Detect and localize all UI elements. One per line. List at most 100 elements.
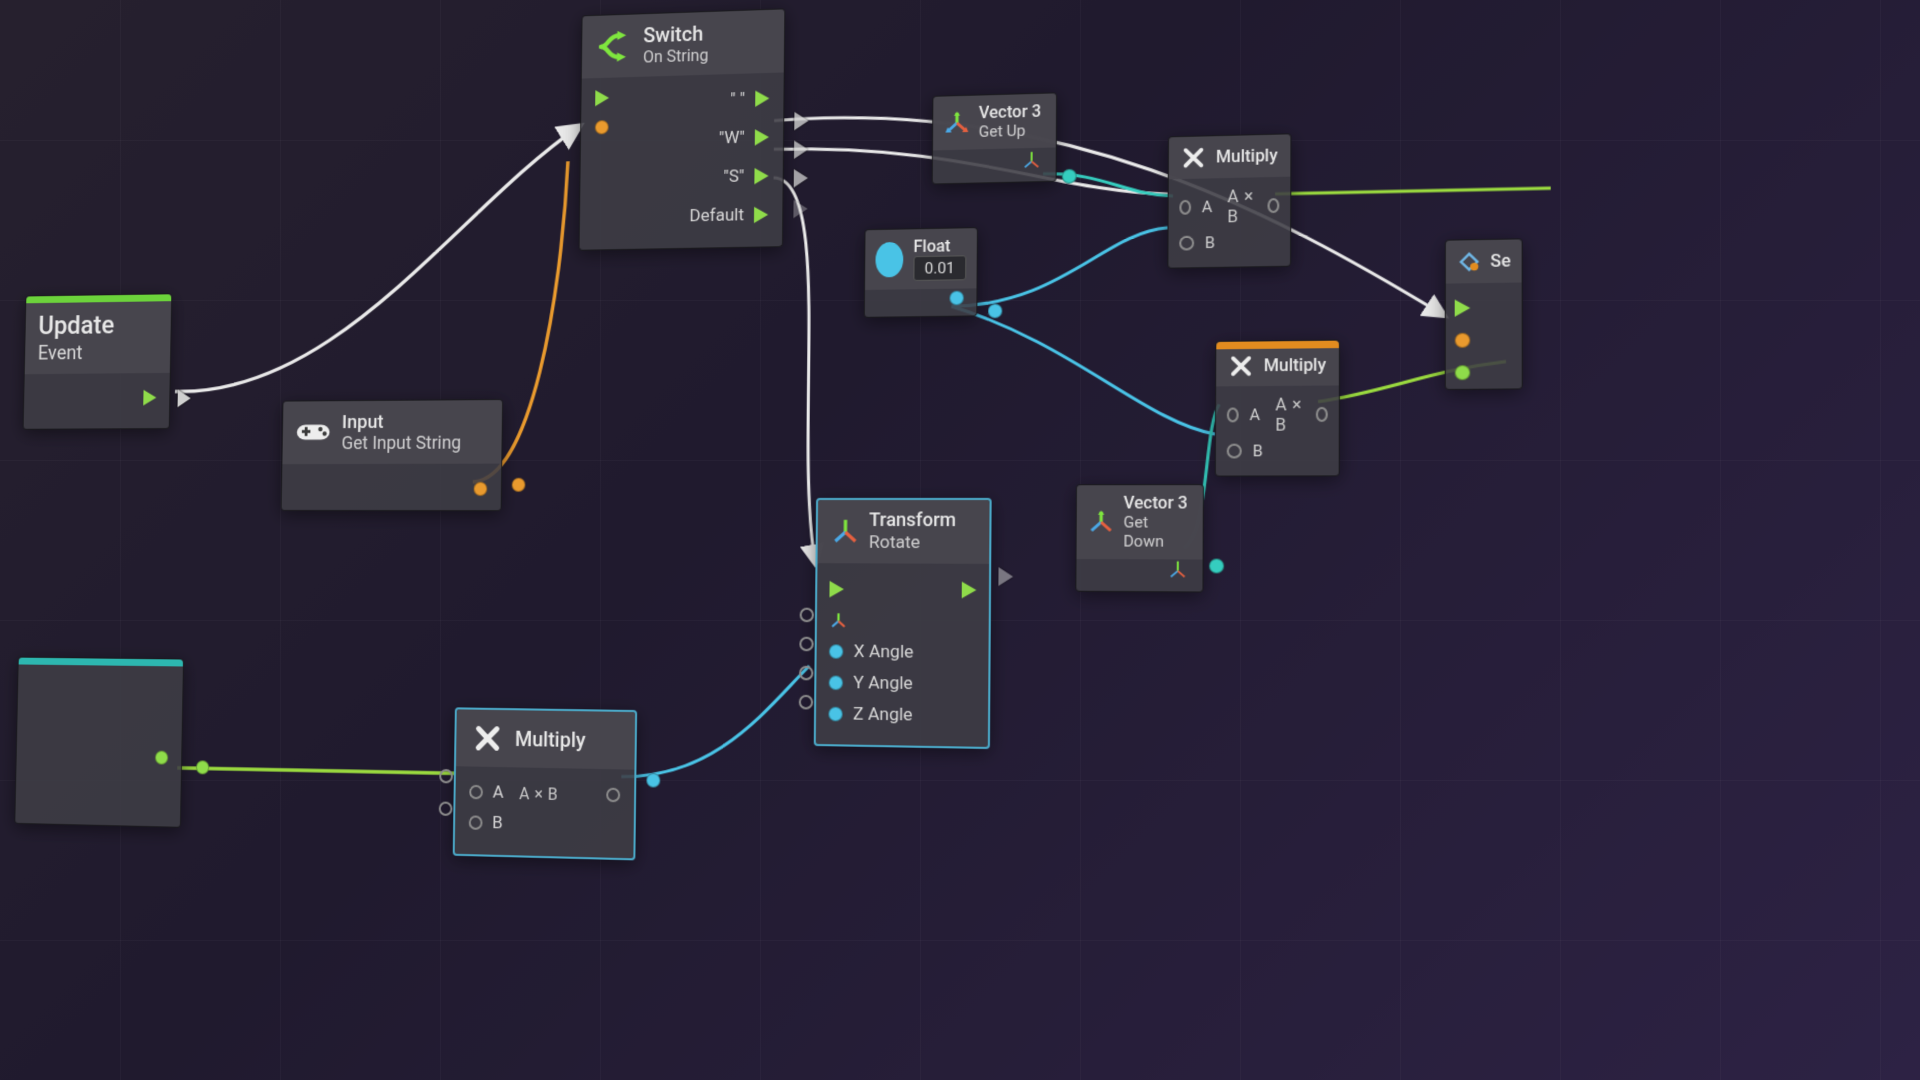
node-title: Multiply bbox=[1216, 146, 1278, 166]
node-title: Multiply bbox=[1264, 356, 1326, 375]
pin-a-label: A bbox=[493, 782, 504, 803]
float-value-field[interactable]: 0.01 bbox=[913, 255, 966, 281]
pin-a[interactable] bbox=[1227, 407, 1239, 422]
string-inflight-port bbox=[512, 478, 526, 492]
pin-x-angle[interactable] bbox=[829, 644, 843, 659]
pin-a-label: A bbox=[1202, 197, 1213, 216]
result-out-port[interactable] bbox=[155, 751, 168, 765]
node-title: Float bbox=[913, 237, 966, 256]
transform-icon bbox=[832, 518, 859, 545]
mulbot-result-inflight bbox=[646, 773, 660, 788]
exec-pin-update[interactable] bbox=[178, 389, 191, 407]
node-multiply-top[interactable]: Multiply A A × B B bbox=[1167, 133, 1291, 268]
node-subtitle: On String bbox=[643, 45, 708, 66]
outer-pin-transform-3[interactable] bbox=[799, 695, 813, 710]
pin-y-label: Y Angle bbox=[853, 672, 913, 694]
node-subtitle: Get Up bbox=[979, 120, 1042, 140]
pin-z-angle[interactable] bbox=[828, 706, 843, 721]
node-float-literal[interactable]: Float 0.01 bbox=[864, 227, 978, 317]
branch-icon bbox=[596, 28, 632, 65]
exec-pin-transform-out[interactable] bbox=[998, 567, 1013, 586]
pin-b[interactable] bbox=[1227, 444, 1242, 459]
pin-orange[interactable] bbox=[1455, 333, 1471, 348]
axes-icon bbox=[943, 109, 970, 137]
exec-pin-switch-2[interactable] bbox=[794, 169, 808, 188]
exec-in-icon[interactable] bbox=[829, 581, 843, 598]
self-icon bbox=[1455, 248, 1484, 276]
case-blank-out[interactable] bbox=[755, 90, 769, 107]
node-subtitle: Event bbox=[38, 340, 114, 364]
node-switch-on-string[interactable]: Switch On String " " "W" "S" Default bbox=[579, 8, 786, 250]
exec-in-icon[interactable] bbox=[595, 90, 609, 106]
target-transform-pin-icon[interactable] bbox=[829, 611, 848, 630]
node-title: Multiply bbox=[515, 727, 586, 752]
pin-b-label: B bbox=[1205, 233, 1215, 252]
pin-a-label: A bbox=[1249, 405, 1260, 424]
case-s-label: "S" bbox=[723, 166, 744, 187]
outer-pin-transform-2[interactable] bbox=[799, 666, 813, 681]
case-w-out[interactable] bbox=[755, 129, 769, 146]
result-out-port[interactable] bbox=[606, 788, 620, 803]
node-multiply-mid[interactable]: Multiply A A × B B bbox=[1215, 340, 1340, 477]
expr-label: A × B bbox=[1275, 394, 1305, 435]
pin-a[interactable] bbox=[1179, 200, 1191, 215]
axes-mini-icon bbox=[1020, 147, 1043, 170]
node-partial-bottom-left[interactable] bbox=[14, 657, 184, 828]
node-title: Input bbox=[342, 410, 462, 433]
exec-pin-switch-3[interactable] bbox=[793, 200, 807, 219]
node-title: Se bbox=[1490, 252, 1510, 271]
pin-x-label: X Angle bbox=[853, 641, 913, 663]
gamepad-icon bbox=[296, 415, 331, 451]
axes-icon bbox=[1087, 508, 1115, 535]
node-multiply-bottom[interactable]: Multiply A A × B B bbox=[453, 707, 637, 860]
outer-pin-transform-1[interactable] bbox=[799, 637, 813, 652]
expr-label: A × B bbox=[519, 783, 558, 803]
node-vector3-get-up[interactable]: Vector 3 Get Up bbox=[932, 92, 1057, 184]
outer-pin-transform-0[interactable] bbox=[800, 608, 814, 623]
multiply-icon bbox=[1179, 144, 1207, 172]
expr-label: A × B bbox=[1227, 186, 1257, 227]
case-w-label: "W" bbox=[719, 128, 745, 149]
float-out-port[interactable] bbox=[949, 290, 964, 305]
exec-out-icon[interactable] bbox=[962, 581, 977, 598]
node-title: Update bbox=[38, 311, 114, 341]
outer-pin-mulbot-a[interactable] bbox=[439, 769, 453, 783]
node-transform-rotate[interactable]: Transform Rotate X Angle Y Angle Z Angle bbox=[814, 498, 992, 749]
graph-canvas[interactable]: Update Event Input Get Input String bbox=[0, 0, 1920, 1080]
float-type-icon bbox=[875, 242, 903, 278]
pin-z-label: Z Angle bbox=[853, 704, 913, 726]
float-inflight-port bbox=[988, 304, 1003, 319]
node-subtitle: Get Down bbox=[1123, 512, 1192, 550]
pin-b-label: B bbox=[492, 813, 503, 834]
node-title: Vector 3 bbox=[979, 102, 1042, 122]
pin-a[interactable] bbox=[469, 785, 483, 800]
pin-b-label: B bbox=[1253, 441, 1263, 460]
pin-green[interactable] bbox=[1455, 365, 1471, 380]
string-out-port[interactable] bbox=[474, 482, 488, 496]
case-default-out[interactable] bbox=[754, 207, 768, 224]
case-s-out[interactable] bbox=[754, 168, 768, 185]
multiply-icon bbox=[1227, 352, 1255, 380]
node-title: Vector 3 bbox=[1124, 494, 1193, 513]
pin-y-angle[interactable] bbox=[829, 675, 843, 690]
pin-b[interactable] bbox=[469, 815, 483, 830]
string-in-port[interactable] bbox=[595, 120, 609, 134]
case-default-label: Default bbox=[689, 205, 744, 226]
exec-out-icon[interactable] bbox=[143, 390, 156, 406]
result-out-port[interactable] bbox=[1268, 198, 1280, 213]
exec-pin-switch-1[interactable] bbox=[794, 140, 808, 159]
axes-mini-icon bbox=[1166, 557, 1190, 580]
result-out-port[interactable] bbox=[1316, 407, 1328, 422]
node-partial-right[interactable]: Se bbox=[1445, 238, 1523, 390]
exec-in-icon[interactable] bbox=[1455, 299, 1471, 316]
node-vector3-get-down[interactable]: Vector 3 Get Down bbox=[1075, 484, 1204, 592]
vec-down-out-port[interactable] bbox=[1209, 559, 1224, 574]
exec-pin-switch-0[interactable] bbox=[794, 112, 808, 131]
node-input-get-string[interactable]: Input Get Input String bbox=[281, 399, 504, 511]
node-update-event[interactable]: Update Event bbox=[23, 293, 173, 429]
pin-b[interactable] bbox=[1179, 236, 1194, 251]
outer-pin-mulbot-b[interactable] bbox=[439, 801, 453, 816]
result-inflight-port bbox=[196, 760, 209, 774]
vec-up-out-port[interactable] bbox=[1062, 169, 1077, 184]
case-blank-label: " " bbox=[730, 89, 745, 110]
